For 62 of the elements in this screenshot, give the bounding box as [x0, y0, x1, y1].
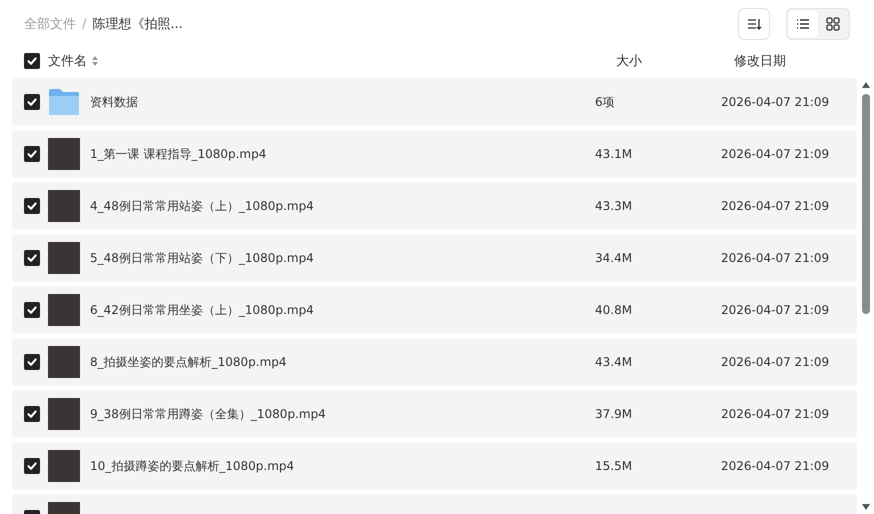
- scroll-down-icon[interactable]: [861, 503, 871, 511]
- scrollbar-thumb[interactable]: [862, 94, 870, 314]
- modified-date: 2026-04-07 21:09: [721, 147, 830, 161]
- video-thumbnail: [48, 398, 80, 430]
- list-view-button[interactable]: [788, 10, 818, 38]
- file-name: 5_48例日常常用站姿（下）_1080p.mp4: [90, 250, 314, 266]
- video-thumbnail: [48, 294, 80, 326]
- file-row[interactable]: 资料数据 6项 2026-04-07 21:09: [12, 78, 857, 126]
- video-thumbnail: [48, 138, 80, 170]
- sort-button[interactable]: [738, 8, 770, 40]
- file-size: 6项: [595, 94, 615, 108]
- file-name: 4_48例日常常用站姿（上）_1080p.mp4: [90, 198, 314, 214]
- file-size: 37.9M: [595, 407, 632, 421]
- checkbox[interactable]: [24, 53, 40, 69]
- modified-date: 2026-04-07 21:09: [721, 303, 830, 317]
- modified-date: 2026-04-07 21:09: [721, 355, 830, 369]
- file-row[interactable]: 10_拍摄蹲姿的要点解析_1080p.mp4 15.5M 2026-04-07 21:09: [12, 442, 857, 490]
- folder-icon: [48, 88, 80, 116]
- column-header[interactable]: 修改日期: [734, 52, 858, 70]
- file-size: 34.4M: [595, 251, 632, 265]
- modified-date: 2026-04-07 21:09: [721, 459, 830, 473]
- file-name: 9_38例日常常用蹲姿（全集）_1080p.mp4: [90, 406, 326, 422]
- file-size: 43.3M: [595, 199, 632, 213]
- column-header[interactable]: 文件名: [48, 52, 87, 70]
- file-row[interactable]: 8_拍摄坐姿的要点解析_1080p.mp4 43.4M 2026-04-07 21:09: [12, 338, 857, 386]
- column-header[interactable]: 大小: [608, 52, 734, 70]
- breadcrumb-current[interactable]: 陈理想《拍照...: [92, 15, 183, 33]
- file-name: 8_拍摄坐姿的要点解析_1080p.mp4: [90, 354, 287, 370]
- sort-arrows-icon[interactable]: [91, 55, 99, 67]
- sort-icon: [746, 16, 762, 32]
- file-row[interactable]: 4_48例日常常用站姿（上）_1080p.mp4 43.3M 2026-04-07 21:09: [12, 182, 857, 230]
- file-size: 43.1M: [595, 147, 632, 161]
- file-row[interactable]: 5_48例日常常用站姿（下）_1080p.mp4 34.4M 2026-04-07 21:09: [12, 234, 857, 282]
- checkbox[interactable]: [24, 250, 40, 266]
- file-size: 43.4M: [595, 355, 632, 369]
- breadcrumb-separator: /: [82, 16, 86, 32]
- modified-date: 2026-04-07 21:09: [721, 95, 830, 109]
- modified-date: 2026-04-07 21:09: [721, 407, 830, 421]
- checkbox[interactable]: [24, 354, 40, 370]
- checkbox[interactable]: [24, 458, 40, 474]
- file-row[interactable]: 1_第一课 课程指导_1080p.mp4 43.1M 2026-04-07 21:09: [12, 130, 857, 178]
- file-name: 6_42例日常常用坐姿（上）_1080p.mp4: [90, 302, 314, 318]
- video-thumbnail: [48, 346, 80, 378]
- file-row[interactable]: 9_38例日常常用蹲姿（全集）_1080p.mp4 37.9M 2026-04-07 21:09: [12, 390, 857, 438]
- file-size: 40.8M: [595, 303, 632, 317]
- modified-date: 2026-04-07 21:09: [721, 199, 830, 213]
- file-name: 1_第一课 课程指导_1080p.mp4: [90, 146, 266, 162]
- file-name: 10_拍摄蹲姿的要点解析_1080p.mp4: [90, 458, 294, 474]
- checkbox[interactable]: [24, 302, 40, 318]
- video-thumbnail: [48, 190, 80, 222]
- file-row[interactable]: 6_42例日常常用坐姿（上）_1080p.mp4 40.8M 2026-04-07 21:09: [12, 286, 857, 334]
- video-thumbnail: [48, 242, 80, 274]
- checkbox[interactable]: [24, 406, 40, 422]
- video-thumbnail: [48, 450, 80, 482]
- modified-date: 2026-04-07 21:09: [721, 251, 830, 265]
- scroll-up-icon[interactable]: [861, 81, 871, 89]
- checkbox[interactable]: [24, 198, 40, 214]
- checkbox[interactable]: [24, 146, 40, 162]
- checkbox[interactable]: [24, 94, 40, 110]
- grid-icon: [825, 16, 841, 32]
- file-size: 15.5M: [595, 459, 632, 473]
- file-name: 资料数据: [90, 94, 138, 110]
